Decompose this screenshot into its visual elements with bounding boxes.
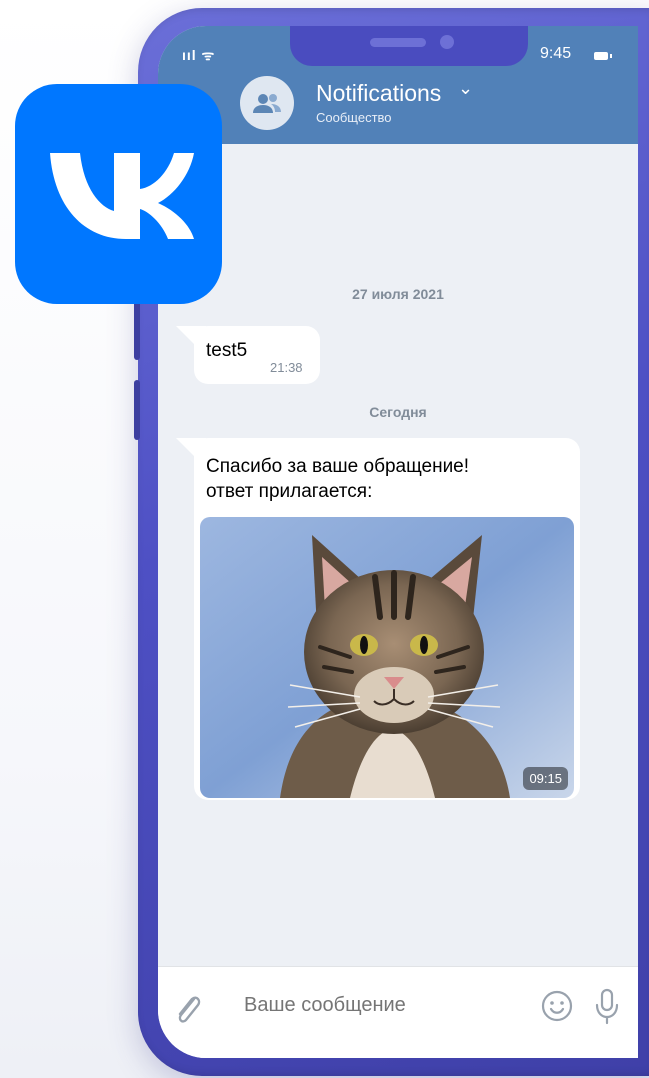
chat-subtitle: Сообщество <box>316 110 392 125</box>
date-separator: 27 июля 2021 <box>352 286 444 302</box>
users-icon <box>253 94 281 113</box>
chevron-down-icon[interactable]: ⌄ <box>458 78 473 99</box>
message-time: 21:38 <box>270 360 303 375</box>
chat-title[interactable]: Notifications <box>316 80 441 107</box>
photo-time: 09:15 <box>523 767 568 790</box>
message-line: Спасибо за ваше обращение! <box>206 456 470 477</box>
message-input[interactable] <box>242 993 506 1018</box>
date-separator: Сегодня <box>369 404 427 420</box>
microphone-icon[interactable] <box>594 987 620 1027</box>
cat-photo <box>200 517 574 798</box>
bubble-tail <box>176 438 206 468</box>
smile-icon[interactable] <box>540 989 574 1023</box>
phone-side-button <box>134 380 140 440</box>
message-composer <box>158 966 638 1058</box>
battery-icon <box>594 52 612 60</box>
status-time: 9:45 <box>540 45 572 62</box>
message-bubble[interactable]: test5 21:38 <box>176 326 320 384</box>
attached-photo[interactable]: 09:15 <box>200 517 574 798</box>
avatar[interactable] <box>240 76 294 130</box>
message-text: test5 <box>206 340 248 361</box>
phone-side-button <box>134 300 140 360</box>
chat-header: ııl ᯤ 9:45 ‹ Notifications ⌄ Сообщество <box>158 26 638 144</box>
vk-logo <box>15 84 222 304</box>
message-text: Спасибо за ваше обращение! ответ прилага… <box>206 454 469 504</box>
front-camera <box>440 35 454 49</box>
message-line: ответ прилагается: <box>206 481 373 502</box>
signal-wifi-icon: ııl ᯤ <box>182 47 216 63</box>
bubble-tail <box>176 326 206 356</box>
paperclip-icon[interactable] <box>172 989 204 1029</box>
vk-logo-glyph <box>49 153 194 239</box>
message-bubble[interactable]: Спасибо за ваше обращение! ответ прилага… <box>176 438 580 800</box>
phone-screen: ııl ᯤ 9:45 ‹ Notifications ⌄ Сообщество … <box>158 26 638 1058</box>
speaker-grille <box>370 38 426 47</box>
phone-notch <box>290 26 528 66</box>
